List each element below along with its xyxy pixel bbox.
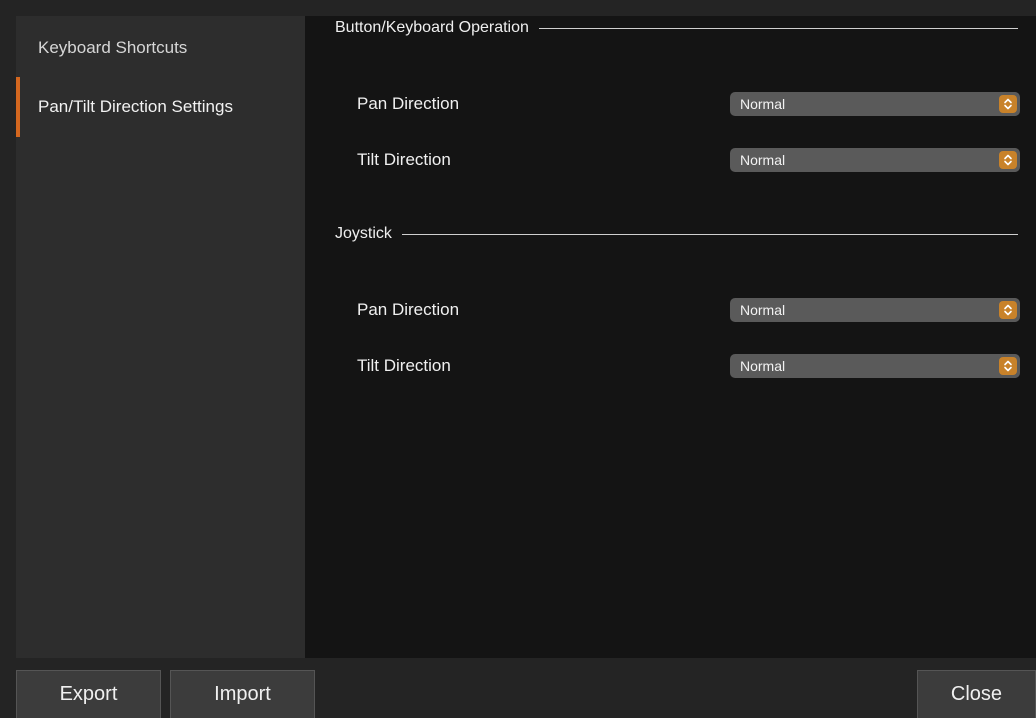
export-button[interactable]: Export	[16, 670, 161, 718]
setting-row-button-pan-direction: Pan Direction Normal	[357, 91, 1020, 117]
title-strip	[0, 0, 1036, 16]
up-down-chevron-icon	[999, 151, 1017, 169]
up-down-chevron-icon	[999, 357, 1017, 375]
select-value: Normal	[740, 152, 786, 168]
active-indicator	[16, 77, 20, 137]
sidebar-item-label: Pan/Tilt Direction Settings	[38, 97, 233, 116]
setting-row-button-tilt-direction: Tilt Direction Normal	[357, 147, 1020, 173]
sidebar: Keyboard Shortcuts Pan/Tilt Direction Se…	[16, 16, 305, 658]
setting-label: Pan Direction	[357, 94, 460, 113]
setting-row-joystick-pan-direction: Pan Direction Normal	[357, 297, 1020, 323]
joystick-pan-direction-select[interactable]: Normal	[730, 298, 1020, 322]
sidebar-item-keyboard-shortcuts[interactable]: Keyboard Shortcuts	[16, 18, 305, 78]
section-header-joystick: Joystick	[335, 221, 1018, 247]
up-down-chevron-icon	[999, 95, 1017, 113]
footer-bar: Export Import Close	[0, 658, 1036, 718]
section-title: Joystick	[335, 225, 392, 242]
button-tilt-direction-select[interactable]: Normal	[730, 148, 1020, 172]
setting-label: Tilt Direction	[357, 150, 451, 169]
section-header-button-keyboard-operation: Button/Keyboard Operation	[335, 16, 1018, 41]
select-value: Normal	[740, 96, 786, 112]
section-divider	[538, 27, 1018, 29]
joystick-tilt-direction-select[interactable]: Normal	[730, 354, 1020, 378]
sidebar-item-pan-tilt-direction-settings[interactable]: Pan/Tilt Direction Settings	[16, 77, 305, 137]
up-down-chevron-icon	[999, 301, 1017, 319]
settings-panel: Button/Keyboard Operation Pan Direction …	[305, 16, 1036, 658]
select-value: Normal	[740, 302, 786, 318]
section-divider	[401, 233, 1018, 235]
setting-row-joystick-tilt-direction: Tilt Direction Normal	[357, 353, 1020, 379]
sidebar-item-label: Keyboard Shortcuts	[38, 38, 188, 57]
select-value: Normal	[740, 358, 786, 374]
section-title: Button/Keyboard Operation	[335, 19, 529, 36]
button-pan-direction-select[interactable]: Normal	[730, 92, 1020, 116]
setting-label: Pan Direction	[357, 300, 460, 319]
setting-label: Tilt Direction	[357, 356, 451, 375]
import-button[interactable]: Import	[170, 670, 315, 718]
settings-window: Keyboard Shortcuts Pan/Tilt Direction Se…	[0, 0, 1036, 718]
close-button[interactable]: Close	[917, 670, 1036, 718]
